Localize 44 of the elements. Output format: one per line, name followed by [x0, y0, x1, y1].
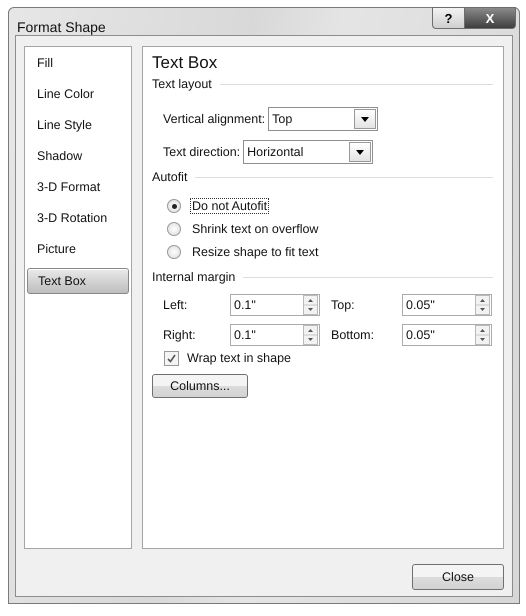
spin-arrows-icon	[303, 295, 318, 315]
sidebar-item[interactable]: Shadow	[27, 144, 129, 175]
radio-label: Do not Autofit	[190, 198, 270, 214]
field-label: Right:	[163, 328, 197, 342]
check-icon	[166, 352, 177, 364]
columns-button[interactable]: Columns...	[152, 374, 248, 398]
radio-label: Resize shape to fit text	[191, 244, 320, 260]
checkbox[interactable]	[164, 350, 179, 366]
radio-button[interactable]	[167, 245, 181, 259]
sidebar-item[interactable]: Fill	[27, 51, 129, 82]
radio-button[interactable]	[167, 222, 181, 236]
sidebar-item[interactable]: 3-D Rotation	[27, 206, 129, 237]
spinner-field[interactable]: 0.1"	[230, 324, 320, 346]
field-label: Bottom:	[331, 328, 376, 342]
radio-button[interactable]	[167, 199, 181, 213]
spin-arrows-icon	[475, 295, 490, 315]
field-label: Text direction:	[163, 145, 240, 159]
panel-title: Text Box	[152, 53, 218, 73]
dropdown[interactable]: Top	[268, 107, 378, 131]
sidebar-item[interactable]: 3-D Format	[27, 175, 129, 206]
radio-label: Shrink text on overflow	[191, 221, 320, 237]
close-button[interactable]: Close	[412, 564, 504, 590]
caret-icon	[356, 150, 364, 154]
section-heading: Autofit	[152, 170, 188, 184]
spinner-field[interactable]: 0.05"	[402, 294, 492, 316]
sidebar-item[interactable]: Picture	[27, 237, 129, 268]
field-label: Top:	[331, 298, 356, 312]
field-label: Vertical alignment:	[163, 112, 266, 126]
spinner-field[interactable]: 0.05"	[402, 324, 492, 346]
sidebar-item[interactable]: Line Color	[27, 82, 129, 113]
window-title: Format Shape	[17, 19, 106, 35]
field-label: Left:	[163, 298, 188, 312]
sidebar-item[interactable]: Text Box	[27, 268, 129, 294]
dropdown[interactable]: Horizontal	[243, 140, 374, 164]
checkbox-label: Wrap text in shape	[186, 350, 292, 366]
close-button[interactable]: X	[464, 7, 516, 29]
spin-arrows-icon	[475, 325, 490, 345]
spinner-field[interactable]: 0.1"	[230, 294, 320, 316]
spin-arrows-icon	[303, 325, 318, 345]
section-heading: Text layout	[152, 77, 212, 91]
help-button[interactable]: ?	[432, 7, 464, 29]
section-heading: Internal margin	[152, 270, 236, 284]
caret-icon	[361, 116, 370, 122]
sidebar-item[interactable]: Line Style	[27, 113, 129, 144]
